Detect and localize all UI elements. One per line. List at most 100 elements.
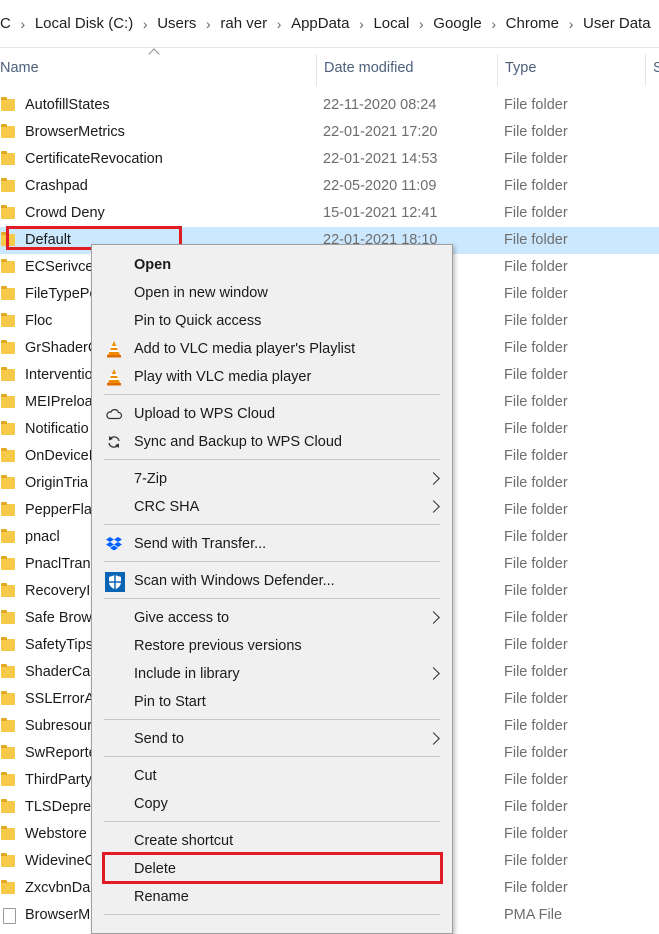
file-icon	[3, 908, 16, 924]
menu-item-open-new-window[interactable]: Open in new window	[92, 280, 452, 306]
file-type: File folder	[504, 232, 568, 248]
column-divider[interactable]	[645, 54, 646, 86]
menu-item-cut[interactable]: Cut	[92, 763, 452, 789]
crumb-local-disk[interactable]: Local Disk (C:)	[31, 15, 137, 32]
menu-item-copy[interactable]: Copy	[92, 791, 452, 817]
menu-separator	[104, 598, 440, 599]
file-row[interactable]: BrowserMetrics 22-01-2021 17:20 File folde…	[0, 119, 659, 146]
crumb-google[interactable]: Google	[429, 15, 485, 32]
file-name: ThirdParty	[25, 772, 92, 788]
menu-item-open[interactable]: Open	[92, 252, 452, 278]
file-row[interactable]: Crowd Deny 15-01-2021 12:41 File folder	[0, 200, 659, 227]
folder-icon	[1, 178, 15, 192]
column-header-bar: Name Date modified Type S	[0, 48, 659, 86]
chevron-right-icon[interactable]: ›	[271, 16, 287, 32]
submenu-arrow-icon	[427, 611, 440, 624]
folder-icon	[1, 340, 15, 354]
crumb-chrome[interactable]: Chrome	[502, 15, 563, 32]
cloud-icon	[105, 405, 123, 423]
folder-icon	[1, 610, 15, 624]
chevron-right-icon[interactable]: ›	[413, 16, 429, 32]
menu-item-wps-upload[interactable]: Upload to WPS Cloud	[92, 401, 452, 427]
chevron-right-icon[interactable]: ›	[15, 16, 31, 32]
menu-item-send-to[interactable]: Send to	[92, 726, 452, 752]
file-name: BrowserMetrics	[25, 124, 125, 140]
crumb-user[interactable]: rah ver	[216, 15, 271, 32]
file-name: pnacl	[25, 529, 60, 545]
chevron-right-icon[interactable]: ›	[137, 16, 153, 32]
folder-icon	[1, 664, 15, 678]
file-name: PepperFla	[25, 502, 92, 518]
file-name: Notificatio	[25, 421, 89, 437]
column-divider[interactable]	[316, 54, 317, 86]
file-type: File folder	[504, 556, 568, 572]
file-type: File folder	[504, 151, 568, 167]
menu-item-pin-quick-access[interactable]: Pin to Quick access	[92, 308, 452, 334]
menu-item-label: Cut	[134, 768, 157, 784]
menu-item-pin-start[interactable]: Pin to Start	[92, 689, 452, 715]
menu-item-wps-sync[interactable]: Sync and Backup to WPS Cloud	[92, 429, 452, 455]
file-name: GrShaderC	[25, 340, 99, 356]
menu-item-send-transfer[interactable]: Send with Transfer...	[92, 531, 452, 557]
file-name: FileTypePo	[25, 286, 98, 302]
menu-item-delete[interactable]: Delete	[92, 856, 452, 882]
crumb-appdata[interactable]: AppData	[287, 15, 353, 32]
file-name: OnDeviceI	[25, 448, 93, 464]
column-header-date[interactable]: Date modified	[324, 48, 413, 86]
folder-icon	[1, 421, 15, 435]
menu-item-label: Send to	[134, 731, 184, 747]
chevron-right-icon[interactable]: ›	[353, 16, 369, 32]
vlc-cone-icon	[105, 340, 123, 358]
file-type: File folder	[504, 826, 568, 842]
column-divider[interactable]	[497, 54, 498, 86]
menu-item-create-shortcut[interactable]: Create shortcut	[92, 828, 452, 854]
file-name: SafetyTips	[25, 637, 93, 653]
file-row[interactable]: Crashpad 22-05-2020 11:09 File folder	[0, 173, 659, 200]
file-type: File folder	[504, 205, 568, 221]
folder-icon	[1, 826, 15, 840]
sync-icon	[105, 433, 123, 451]
menu-item-label: Copy	[134, 796, 168, 812]
menu-item-label: Open in new window	[134, 285, 268, 301]
file-type: File folder	[504, 583, 568, 599]
menu-item-crc-sha[interactable]: CRC SHA	[92, 494, 452, 520]
chevron-right-icon[interactable]: ›	[486, 16, 502, 32]
menu-item-7zip[interactable]: 7-Zip	[92, 466, 452, 492]
menu-item-restore-versions[interactable]: Restore previous versions	[92, 633, 452, 659]
file-row[interactable]: CertificateRevocation 22-01-2021 14:53 Fil…	[0, 146, 659, 173]
chevron-right-icon[interactable]: ›	[563, 16, 579, 32]
file-name: Floc	[25, 313, 53, 329]
address-breadcrumb[interactable]: C › Local Disk (C:) › Users › rah ver › …	[0, 0, 659, 48]
file-type: File folder	[504, 97, 568, 113]
menu-item-windows-defender[interactable]: Scan with Windows Defender...	[92, 568, 452, 594]
file-type: File folder	[504, 529, 568, 545]
menu-separator	[104, 561, 440, 562]
column-header-type[interactable]: Type	[505, 48, 536, 86]
menu-item-give-access[interactable]: Give access to	[92, 605, 452, 631]
file-date-modified: 22-05-2020 11:09	[323, 178, 437, 194]
column-header-name[interactable]: Name	[0, 48, 39, 86]
file-date-modified: 22-01-2021 14:53	[323, 151, 438, 167]
file-name: ShaderCac	[25, 664, 98, 680]
chevron-right-icon[interactable]: ›	[200, 16, 216, 32]
crumb-users[interactable]: Users	[153, 15, 200, 32]
crumb-this-pc[interactable]: C	[0, 15, 15, 32]
file-row[interactable]: AutofillStates 22-11-2020 08:24 File folde…	[0, 92, 659, 119]
folder-icon	[1, 475, 15, 489]
crumb-user-data[interactable]: User Data	[579, 15, 655, 32]
file-name: Crashpad	[25, 178, 88, 194]
folder-icon	[1, 772, 15, 786]
menu-item-vlc-play[interactable]: Play with VLC media player	[92, 364, 452, 390]
folder-icon	[1, 286, 15, 300]
menu-item-include-library[interactable]: Include in library	[92, 661, 452, 687]
file-date-modified: 15-01-2021 12:41	[323, 205, 438, 221]
file-type: File folder	[504, 502, 568, 518]
menu-item-label: Include in library	[134, 666, 240, 682]
column-header-size[interactable]: S	[653, 48, 659, 86]
file-name: SSLErrorA	[25, 691, 95, 707]
crumb-local[interactable]: Local	[369, 15, 413, 32]
folder-icon	[1, 880, 15, 894]
menu-item-vlc-playlist[interactable]: Add to VLC media player's Playlist	[92, 336, 452, 362]
menu-item-rename[interactable]: Rename	[92, 884, 452, 910]
menu-item-label: Give access to	[134, 610, 230, 626]
